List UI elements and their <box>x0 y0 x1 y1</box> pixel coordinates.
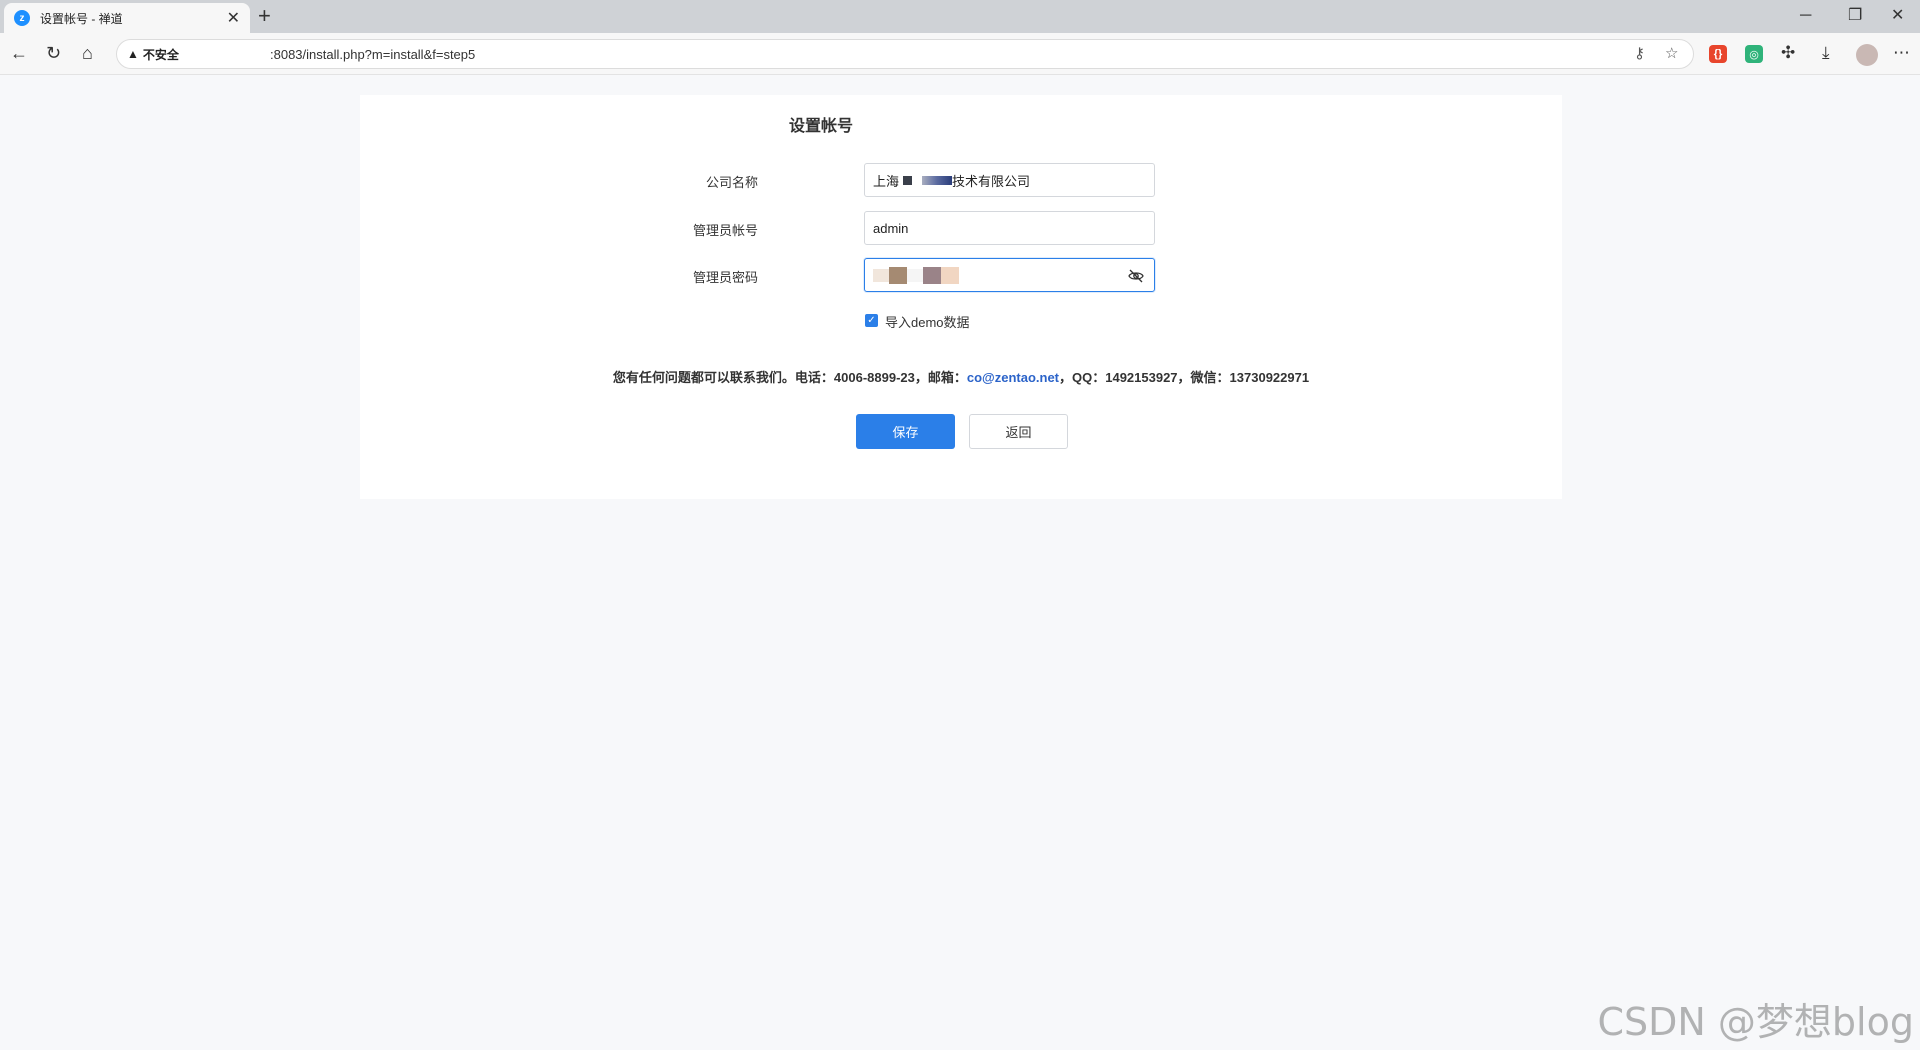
admin-value: admin <box>873 220 909 236</box>
insecure-label: 不安全 <box>142 47 179 62</box>
company-field[interactable]: 上海 技术有限公司 <box>864 163 1155 197</box>
download-icon[interactable]: ⤓ <box>1822 42 1830 64</box>
save-button[interactable]: 保存 <box>856 414 955 449</box>
page-body: 设置帐号 公司名称 上海 技术有限公司 管理员帐号 admin 管理员密码 ✓ … <box>0 75 1920 1050</box>
close-window-icon[interactable]: ✕ <box>1891 4 1904 28</box>
warning-icon: ▲ <box>127 47 139 61</box>
company-suffix: 技术有限公司 <box>952 173 1031 189</box>
company-label: 公司名称 <box>705 175 758 190</box>
admin-password-field[interactable] <box>864 258 1155 292</box>
extension-red-icon[interactable]: {} <box>1709 45 1727 63</box>
redacted-block <box>922 175 953 185</box>
minimize-icon[interactable]: ─ <box>1800 4 1811 28</box>
back-button[interactable]: 返回 <box>969 414 1068 449</box>
tab-title: 设置帐号 - 禅道 <box>40 11 123 26</box>
watermark: CSDN @梦想blog <box>1597 1000 1914 1044</box>
contact-email-link[interactable]: co@zentao.net <box>967 370 1059 385</box>
redacted-block <box>873 268 889 282</box>
home-icon[interactable]: ⌂ <box>82 42 93 64</box>
demo-data-label: 导入demo数据 <box>885 315 970 330</box>
admin-account-field[interactable]: admin <box>864 211 1155 245</box>
contact-prefix: 您有任何问题都可以联系我们。电话：4006-8899-23，邮箱： <box>612 370 967 385</box>
contact-suffix: ，QQ：1492153927，微信：13730922971 <box>1059 370 1310 385</box>
eye-off-icon[interactable] <box>1128 268 1144 284</box>
star-icon[interactable]: ☆ <box>1665 44 1678 62</box>
avatar[interactable] <box>1856 44 1878 66</box>
page-title: 设置帐号 <box>789 118 854 135</box>
browser-toolbar: ← ↻ ⌂ ▲ 不安全 :8083/install.php?m=install&… <box>0 33 1920 75</box>
redacted-block <box>941 266 959 284</box>
tab-close-icon[interactable]: ✕ <box>227 8 240 28</box>
browser-tab[interactable]: z 设置帐号 - 禅道 ✕ <box>4 3 250 33</box>
zentao-favicon-icon: z <box>14 10 30 26</box>
key-icon[interactable]: ⚷ <box>1634 44 1645 62</box>
contact-info: 您有任何问题都可以联系我们。电话：4006-8899-23，邮箱：co@zent… <box>360 367 1562 386</box>
address-bar[interactable]: ▲ 不安全 :8083/install.php?m=install&f=step… <box>116 39 1694 69</box>
redacted-block <box>923 266 941 284</box>
admin-label: 管理员帐号 <box>692 223 758 238</box>
company-prefix: 上海 <box>873 173 900 189</box>
extension-green-icon[interactable]: ◎ <box>1745 45 1763 63</box>
back-icon[interactable]: ← <box>10 42 28 64</box>
extension-icon[interactable]: ✣ <box>1781 42 1795 64</box>
reload-icon[interactable]: ↻ <box>46 42 61 64</box>
setup-panel: 设置帐号 公司名称 上海 技术有限公司 管理员帐号 admin 管理员密码 ✓ … <box>360 95 1562 499</box>
restore-icon[interactable]: ❐ <box>1848 4 1862 28</box>
browser-tab-bar: z 设置帐号 - 禅道 ✕ + ─ ❐ ✕ <box>0 0 1920 33</box>
password-label: 管理员密码 <box>692 270 758 285</box>
more-icon[interactable]: ⋯ <box>1893 42 1910 64</box>
redacted-block <box>903 175 913 185</box>
new-tab-icon[interactable]: + <box>258 4 271 28</box>
url-text[interactable]: :8083/install.php?m=install&f=step5 <box>270 47 475 62</box>
demo-data-checkbox[interactable]: ✓ <box>865 314 878 327</box>
redacted-block <box>889 266 907 284</box>
